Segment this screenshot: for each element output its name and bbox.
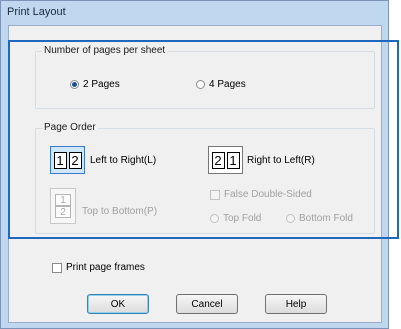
right-to-left-button[interactable]: 2 1 xyxy=(208,146,243,174)
false-double-sided-checkbox[interactable]: False Double-Sided xyxy=(210,189,312,200)
ok-button[interactable]: OK xyxy=(87,294,149,314)
dialog-body: Number of pages per sheet 2 Pages 4 Page… xyxy=(8,25,382,323)
left-to-right-label: Left to Right(L) xyxy=(90,155,157,166)
false-double-sided-box xyxy=(210,189,220,200)
bottom-fold-indicator xyxy=(286,214,295,223)
page-1-icon: 1 xyxy=(55,194,71,206)
ok-button-label: OK xyxy=(110,298,126,310)
top-fold-radio[interactable]: Top Fold xyxy=(210,213,261,224)
radio-4-pages[interactable]: 4 Pages xyxy=(196,79,246,90)
print-layout-dialog: Print Layout Number of pages per sheet 2… xyxy=(0,0,389,329)
false-double-sided-label: False Double-Sided xyxy=(224,189,312,200)
page-order-group: Page Order 1 2 Left to Right(L) 2 1 Righ… xyxy=(35,122,375,234)
top-fold-indicator xyxy=(210,214,219,223)
help-button[interactable]: Help xyxy=(265,294,327,314)
title-bar[interactable]: Print Layout xyxy=(1,1,388,23)
page-1-icon: 1 xyxy=(53,151,67,169)
top-to-bottom-label: Top to Bottom(P) xyxy=(82,206,158,217)
cancel-button-label: Cancel xyxy=(191,298,223,310)
page-2-icon: 2 xyxy=(68,151,82,169)
radio-4-pages-indicator xyxy=(196,80,205,89)
top-to-bottom-button[interactable]: 1 2 xyxy=(50,188,76,224)
print-page-frames-label: Print page frames xyxy=(66,262,145,273)
pages-per-sheet-legend: Number of pages per sheet xyxy=(42,45,168,56)
page-2-icon: 2 xyxy=(211,151,225,169)
radio-4-pages-label: 4 Pages xyxy=(209,79,246,90)
bottom-fold-label: Bottom Fold xyxy=(299,213,353,224)
print-page-frames-checkbox[interactable]: Print page frames xyxy=(52,262,145,273)
top-fold-label: Top Fold xyxy=(223,213,262,224)
cancel-button[interactable]: Cancel xyxy=(176,294,238,314)
bottom-fold-radio[interactable]: Bottom Fold xyxy=(286,213,353,224)
print-page-frames-box xyxy=(52,262,62,273)
dialog-title: Print Layout xyxy=(7,6,66,18)
radio-2-pages-label: 2 Pages xyxy=(83,79,120,90)
page-order-legend: Page Order xyxy=(42,122,98,133)
page-2-icon: 2 xyxy=(55,206,71,218)
radio-2-pages[interactable]: 2 Pages xyxy=(70,79,120,90)
radio-2-pages-indicator xyxy=(70,80,79,89)
help-button-label: Help xyxy=(285,298,307,310)
pages-per-sheet-group: Number of pages per sheet 2 Pages 4 Page… xyxy=(35,45,375,109)
page-1-icon: 1 xyxy=(226,151,240,169)
left-to-right-button[interactable]: 1 2 xyxy=(50,146,85,174)
right-to-left-label: Right to Left(R) xyxy=(247,155,315,166)
